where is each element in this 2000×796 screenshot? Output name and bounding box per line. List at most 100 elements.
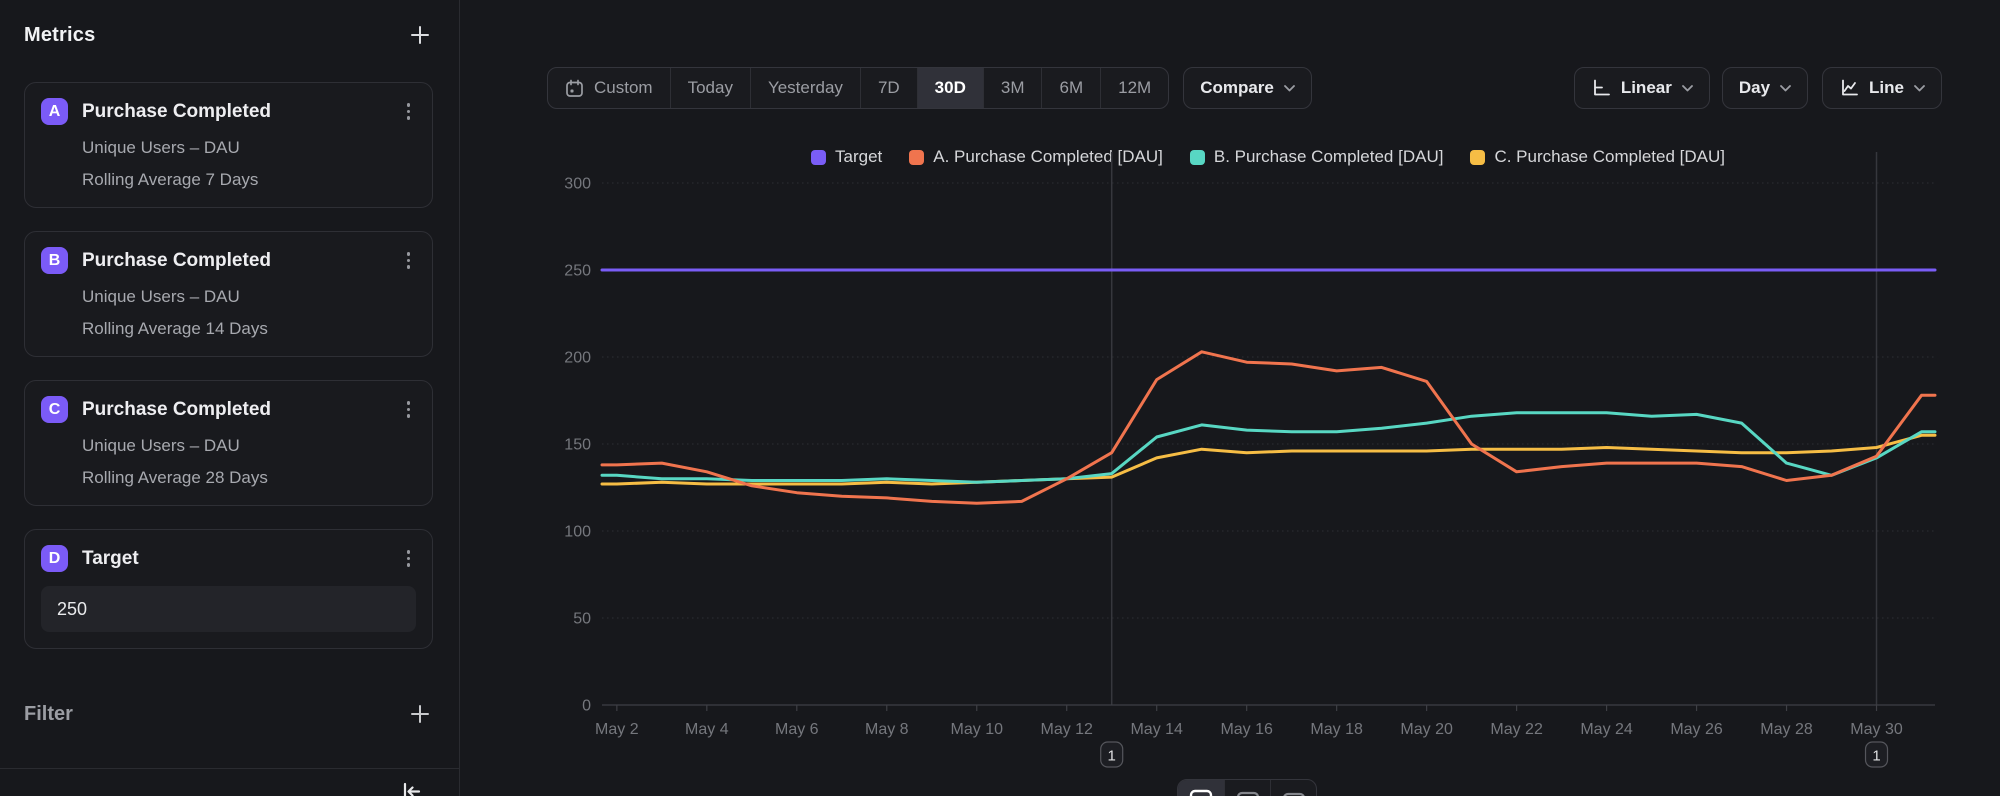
annotation-badge-label: 1 bbox=[1872, 748, 1880, 765]
panel-small-icon bbox=[1282, 789, 1306, 796]
chart-type-label: Line bbox=[1869, 78, 1904, 98]
x-axis-label: May 12 bbox=[1040, 721, 1093, 738]
range-option-today[interactable]: Today bbox=[670, 68, 750, 108]
chevron-down-icon bbox=[1780, 85, 1791, 92]
y-axis-label: 200 bbox=[564, 350, 591, 367]
chart-size-option-large[interactable] bbox=[1178, 780, 1224, 796]
metric-title: Purchase Completed bbox=[82, 399, 401, 421]
metric-measure: Unique Users – DAU bbox=[82, 287, 416, 307]
metric-transform: Rolling Average 14 Days bbox=[82, 319, 416, 339]
y-axis-label: 250 bbox=[564, 263, 591, 280]
range-option-12m[interactable]: 12M bbox=[1100, 68, 1168, 108]
metric-menu-button[interactable] bbox=[401, 397, 417, 422]
chevron-down-icon bbox=[1682, 85, 1693, 92]
metric-measure: Unique Users – DAU bbox=[82, 436, 416, 456]
collapse-sidebar-button[interactable] bbox=[397, 778, 425, 796]
x-axis-label: May 26 bbox=[1670, 721, 1723, 738]
range-option-label: 7D bbox=[878, 78, 900, 98]
range-option-label: Today bbox=[688, 78, 733, 98]
range-option-custom[interactable]: Custom bbox=[548, 68, 670, 108]
series-line-b bbox=[602, 413, 1935, 483]
target-title: Target bbox=[82, 548, 401, 570]
x-axis-label: May 16 bbox=[1220, 721, 1273, 738]
metric-badge-b: B bbox=[41, 247, 68, 274]
metric-measure: Unique Users – DAU bbox=[82, 138, 416, 158]
target-card[interactable]: D Target bbox=[24, 529, 433, 649]
x-axis-label: May 8 bbox=[865, 721, 909, 738]
metric-transform: Rolling Average 7 Days bbox=[82, 170, 416, 190]
calendar-icon bbox=[565, 79, 584, 98]
chart-type-selector-button[interactable]: Line bbox=[1822, 67, 1942, 109]
metric-transform: Rolling Average 28 Days bbox=[82, 468, 416, 488]
scale-selector-button[interactable]: Linear bbox=[1574, 67, 1710, 109]
metric-card-c[interactable]: C Purchase Completed Unique Users – DAU … bbox=[24, 380, 433, 506]
plus-icon bbox=[409, 703, 431, 725]
annotation-badge[interactable]: 1 bbox=[1101, 742, 1123, 767]
metric-badge-c: C bbox=[41, 396, 68, 423]
metric-card-a-header: A Purchase Completed bbox=[41, 98, 416, 125]
filter-header: Filter bbox=[24, 701, 433, 727]
metric-badge-d: D bbox=[41, 545, 68, 572]
chart-size-control bbox=[1177, 779, 1317, 796]
y-axis-label: 100 bbox=[564, 524, 591, 541]
chart-panel: Custom Today Yesterday 7D 30D 3M 6M 12M Compare… bbox=[461, 0, 2000, 796]
x-axis-label: May 22 bbox=[1490, 721, 1543, 738]
range-option-label: 30D bbox=[935, 78, 966, 98]
metrics-header: Metrics bbox=[24, 22, 433, 48]
range-option-label: 12M bbox=[1118, 78, 1151, 98]
range-option-label: 6M bbox=[1059, 78, 1083, 98]
target-value-input[interactable] bbox=[41, 586, 416, 632]
metric-card-b-header: B Purchase Completed bbox=[41, 247, 416, 274]
panel-medium-icon bbox=[1236, 789, 1260, 796]
metrics-dashboard: Metrics A Purchase Completed Unique User… bbox=[0, 0, 2000, 796]
series-line-a bbox=[602, 435, 1935, 484]
interval-label: Day bbox=[1739, 78, 1770, 98]
compare-button[interactable]: Compare bbox=[1183, 67, 1312, 109]
range-option-30d[interactable]: 30D bbox=[917, 68, 983, 108]
filter-title: Filter bbox=[24, 703, 73, 726]
target-card-header: D Target bbox=[41, 545, 416, 572]
interval-selector-button[interactable]: Day bbox=[1722, 67, 1808, 109]
metric-menu-button[interactable] bbox=[401, 99, 417, 124]
x-axis-label: May 10 bbox=[951, 721, 1004, 738]
x-axis-label: May 18 bbox=[1310, 721, 1363, 738]
chart-size-option-medium[interactable] bbox=[1224, 780, 1270, 796]
range-option-label: Custom bbox=[594, 78, 653, 98]
x-axis-label: May 6 bbox=[775, 721, 819, 738]
metric-card-b[interactable]: B Purchase Completed Unique Users – DAU … bbox=[24, 231, 433, 357]
linear-axis-icon bbox=[1591, 78, 1611, 98]
x-axis-label: May 4 bbox=[685, 721, 729, 738]
sidebar: Metrics A Purchase Completed Unique User… bbox=[0, 0, 460, 796]
x-axis-label: May 24 bbox=[1580, 721, 1633, 738]
annotation-badge[interactable]: 1 bbox=[1866, 742, 1888, 767]
y-axis-label: 150 bbox=[564, 437, 591, 454]
chevron-down-icon bbox=[1914, 85, 1925, 92]
chevron-down-icon bbox=[1284, 85, 1295, 92]
date-range-control: Custom Today Yesterday 7D 30D 3M 6M 12M bbox=[547, 67, 1169, 109]
x-axis-label: May 14 bbox=[1130, 721, 1183, 738]
range-option-3m[interactable]: 3M bbox=[983, 68, 1042, 108]
panel-large-icon bbox=[1189, 789, 1213, 796]
metric-menu-button[interactable] bbox=[401, 248, 417, 273]
range-option-6m[interactable]: 6M bbox=[1041, 68, 1100, 108]
y-axis-label: 300 bbox=[564, 176, 591, 193]
y-axis-label: 0 bbox=[582, 698, 591, 715]
x-axis-label: May 2 bbox=[595, 721, 639, 738]
range-option-yesterday[interactable]: Yesterday bbox=[750, 68, 860, 108]
metric-card-a[interactable]: A Purchase Completed Unique Users – DAU … bbox=[24, 82, 433, 208]
add-metric-button[interactable] bbox=[407, 22, 433, 48]
metric-badge-a: A bbox=[41, 98, 68, 125]
chart-size-option-small[interactable] bbox=[1270, 780, 1316, 796]
add-filter-button[interactable] bbox=[407, 701, 433, 727]
compare-label: Compare bbox=[1200, 78, 1274, 98]
sidebar-divider bbox=[0, 768, 459, 769]
range-option-label: Yesterday bbox=[768, 78, 843, 98]
line-chart[interactable]: 050100150200250300May 2May 4May 6May 8Ma… bbox=[461, 130, 2000, 796]
metric-card-c-header: C Purchase Completed bbox=[41, 396, 416, 423]
metric-menu-button[interactable] bbox=[401, 546, 417, 571]
metric-title: Purchase Completed bbox=[82, 101, 401, 123]
x-axis-label: May 28 bbox=[1760, 721, 1813, 738]
x-axis-label: May 30 bbox=[1850, 721, 1903, 738]
metrics-title: Metrics bbox=[24, 24, 95, 47]
range-option-7d[interactable]: 7D bbox=[860, 68, 917, 108]
